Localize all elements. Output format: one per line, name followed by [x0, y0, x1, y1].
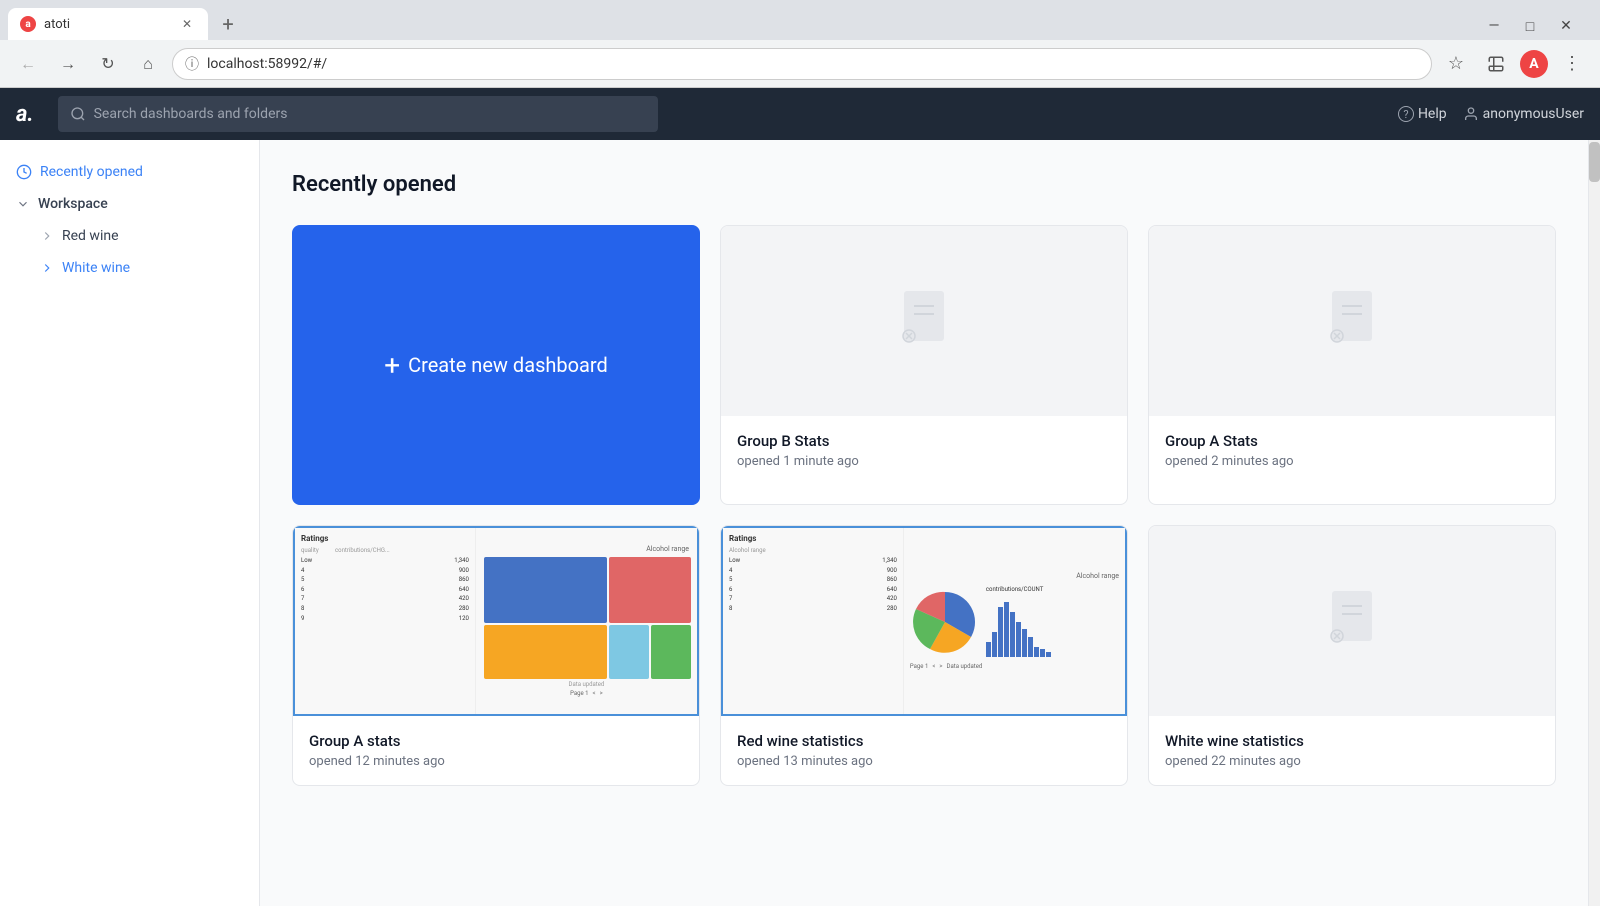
help-label: Help: [1418, 106, 1447, 122]
group-b-stats-card[interactable]: Group B Stats opened 1 minute ago: [720, 225, 1128, 505]
chevron-right-icon-white: [40, 261, 54, 275]
white-wine-stats-preview: [1149, 526, 1555, 716]
white-wine-stats-info: White wine statistics opened 22 minutes …: [1149, 716, 1555, 785]
help-button[interactable]: ? Help: [1398, 106, 1447, 122]
recently-opened-label: Recently opened: [40, 164, 143, 180]
forward-button[interactable]: →: [52, 48, 84, 80]
create-dashboard-label: Create new dashboard: [408, 353, 608, 377]
help-icon: ?: [1398, 106, 1414, 122]
scrollbar[interactable]: [1588, 140, 1600, 906]
browser-chrome: a atoti ✕ + — □ ✕ ← → ↻ ⌂ ⓘ localhost:58…: [0, 0, 1600, 88]
browser-tab[interactable]: a atoti ✕: [8, 8, 208, 40]
group-b-stats-name: Group B Stats: [737, 432, 1111, 450]
white-wine-stats-name: White wine statistics: [1165, 732, 1539, 750]
red-wine-stats-time: opened 13 minutes ago: [737, 754, 1111, 769]
group-a-stats-chart-info: Group A stats opened 12 minutes ago: [293, 716, 699, 785]
group-a-stats-chart-time: opened 12 minutes ago: [309, 754, 683, 769]
user-icon: [1463, 106, 1479, 122]
browser-toolbar: ← → ↻ ⌂ ⓘ localhost:58992/#/ ☆ A ⋮: [0, 40, 1600, 88]
search-placeholder-text: Search dashboards and folders: [94, 106, 288, 122]
app-header: a. Search dashboards and folders ? Help …: [0, 88, 1600, 140]
home-button[interactable]: ⌂: [132, 48, 164, 80]
extensions-button[interactable]: [1480, 48, 1512, 80]
empty-preview-icon: [894, 286, 954, 356]
cards-grid: + Create new dashboard: [292, 225, 1556, 786]
address-bar[interactable]: ⓘ localhost:58992/#/: [172, 48, 1432, 80]
tab-favicon: a: [20, 16, 36, 32]
group-a-stats-chart-preview: Ratings qualitycontributions/CHG... Low1…: [293, 526, 699, 716]
group-b-stats-time: opened 1 minute ago: [737, 454, 1111, 469]
browser-profile-icon[interactable]: A: [1520, 50, 1548, 78]
empty-preview-icon-3: [1322, 586, 1382, 656]
window-maximize-button[interactable]: □: [1516, 12, 1544, 40]
workspace-label: Workspace: [38, 196, 108, 212]
plus-icon: +: [384, 349, 400, 382]
group-a-stats-card[interactable]: Group A Stats opened 2 minutes ago: [1148, 225, 1556, 505]
empty-preview-icon-2: [1322, 286, 1382, 356]
back-button[interactable]: ←: [12, 48, 44, 80]
group-a-stats-chart-card[interactable]: Ratings qualitycontributions/CHG... Low1…: [292, 525, 700, 786]
group-a-stats-name: Group A Stats: [1165, 432, 1539, 450]
red-wine-stats-info: Red wine statistics opened 13 minutes ag…: [721, 716, 1127, 785]
create-dashboard-card[interactable]: + Create new dashboard: [292, 225, 700, 505]
group-a-stats-time: opened 2 minutes ago: [1165, 454, 1539, 469]
app: a. Search dashboards and folders ? Help …: [0, 88, 1600, 906]
group-a-stats-preview: [1149, 226, 1555, 416]
red-wine-stats-name: Red wine statistics: [737, 732, 1111, 750]
group-b-stats-info: Group B Stats opened 1 minute ago: [721, 416, 1127, 485]
main-content: Recently opened + Create new dashboard: [260, 140, 1588, 906]
sidebar: Recently opened Workspace Red wine: [0, 140, 260, 906]
tab-close-button[interactable]: ✕: [178, 15, 196, 33]
window-minimize-button[interactable]: —: [1480, 12, 1508, 40]
sidebar-item-red-wine[interactable]: Red wine: [0, 220, 259, 252]
white-wine-stats-card[interactable]: White wine statistics opened 22 minutes …: [1148, 525, 1556, 786]
toolbar-actions: ☆ A ⋮: [1440, 48, 1588, 80]
window-close-button[interactable]: ✕: [1552, 12, 1580, 40]
header-right: ? Help anonymousUser: [1398, 106, 1584, 122]
app-logo: a.: [16, 102, 34, 127]
white-wine-stats-time: opened 22 minutes ago: [1165, 754, 1539, 769]
group-a-stats-chart-name: Group A stats: [309, 732, 683, 750]
search-icon: [70, 106, 86, 122]
address-security-icon: ⓘ: [185, 54, 199, 74]
user-button[interactable]: anonymousUser: [1463, 106, 1584, 122]
sidebar-item-white-wine[interactable]: White wine: [0, 252, 259, 284]
chevron-right-icon: [40, 229, 54, 243]
address-url-text: localhost:58992/#/: [207, 56, 1419, 72]
scrollbar-thumb[interactable]: [1589, 142, 1600, 182]
bookmark-button[interactable]: ☆: [1440, 48, 1472, 80]
sidebar-item-recently-opened[interactable]: Recently opened: [0, 156, 259, 188]
refresh-button[interactable]: ↻: [92, 48, 124, 80]
red-wine-label: Red wine: [62, 228, 119, 244]
group-a-stats-info: Group A Stats opened 2 minutes ago: [1149, 416, 1555, 485]
clock-icon: [16, 164, 32, 180]
red-wine-stats-preview: Ratings Alcohol range Low1,340 4900 5860…: [721, 526, 1127, 716]
search-bar[interactable]: Search dashboards and folders: [58, 96, 658, 132]
sidebar-workspace[interactable]: Workspace: [0, 188, 259, 220]
user-label: anonymousUser: [1483, 106, 1584, 122]
white-wine-label: White wine: [62, 260, 130, 276]
browser-menu-button[interactable]: ⋮: [1556, 48, 1588, 80]
page-title: Recently opened: [292, 172, 1556, 197]
chevron-down-icon: [16, 197, 30, 211]
new-tab-button[interactable]: +: [212, 8, 244, 40]
group-b-stats-preview: [721, 226, 1127, 416]
pie-chart-svg: [910, 587, 980, 657]
red-wine-stats-card[interactable]: Ratings Alcohol range Low1,340 4900 5860…: [720, 525, 1128, 786]
app-body: Recently opened Workspace Red wine: [0, 140, 1600, 906]
tab-title: atoti: [44, 17, 170, 32]
